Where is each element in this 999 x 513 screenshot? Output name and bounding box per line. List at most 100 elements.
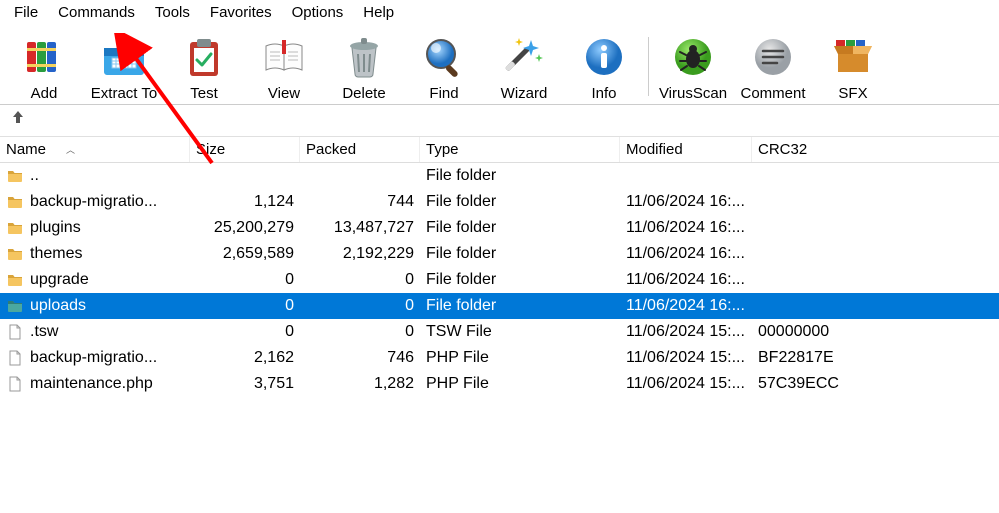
file-packed: 1,282 [300, 373, 420, 395]
file-crc [752, 295, 862, 317]
file-type: File folder [420, 269, 620, 291]
up-arrow-icon[interactable] [10, 109, 26, 130]
menu-tools[interactable]: Tools [145, 2, 200, 23]
bug-icon [667, 31, 719, 83]
open-book-icon [258, 31, 310, 83]
toolbar: Add Extract To Test [0, 25, 999, 105]
file-icon [6, 323, 24, 341]
clipboard-check-icon [178, 31, 230, 83]
file-list: Name︿ Size Packed Type Modified CRC32 ..… [0, 137, 999, 397]
magnifier-icon [418, 31, 470, 83]
col-type[interactable]: Type [420, 137, 620, 162]
file-crc: BF22817E [752, 347, 862, 369]
file-name: plugins [30, 219, 81, 237]
table-row[interactable]: backup-migratio... 2,162 746 PHP File 11… [0, 345, 999, 371]
file-name: uploads [30, 297, 86, 315]
trash-icon [338, 31, 390, 83]
file-icon [6, 375, 24, 393]
sfx-button[interactable]: SFX [813, 31, 893, 102]
table-row[interactable]: plugins 25,200,279 13,487,727 File folde… [0, 215, 999, 241]
file-size [190, 165, 300, 187]
navigation-bar [0, 105, 999, 137]
extract-to-button[interactable]: Extract To [84, 31, 164, 102]
col-packed[interactable]: Packed [300, 137, 420, 162]
file-packed [300, 165, 420, 187]
table-row[interactable]: themes 2,659,589 2,192,229 File folder 1… [0, 241, 999, 267]
file-size: 3,751 [190, 373, 300, 395]
file-size: 2,659,589 [190, 243, 300, 265]
file-name: upgrade [30, 271, 89, 289]
file-modified: 11/06/2024 16:... [620, 191, 752, 213]
file-crc: 00000000 [752, 321, 862, 343]
wizard-button[interactable]: Wizard [484, 31, 564, 102]
file-type: File folder [420, 217, 620, 239]
file-modified: 11/06/2024 16:... [620, 269, 752, 291]
col-name[interactable]: Name︿ [0, 137, 190, 162]
col-size[interactable]: Size [190, 137, 300, 162]
menu-commands[interactable]: Commands [48, 2, 145, 23]
file-modified: 11/06/2024 15:... [620, 347, 752, 369]
table-row[interactable]: .. File folder [0, 163, 999, 189]
file-modified: 11/06/2024 16:... [620, 217, 752, 239]
file-crc [752, 269, 862, 291]
file-crc [752, 165, 862, 187]
file-packed: 0 [300, 269, 420, 291]
col-crc32[interactable]: CRC32 [752, 137, 862, 162]
file-crc [752, 217, 862, 239]
sort-indicator-icon: ︿ [66, 143, 75, 156]
file-packed: 2,192,229 [300, 243, 420, 265]
folder-icon [6, 245, 24, 263]
file-name: themes [30, 245, 82, 263]
file-size: 2,162 [190, 347, 300, 369]
info-icon [578, 31, 630, 83]
file-type: PHP File [420, 347, 620, 369]
file-modified: 11/06/2024 16:... [620, 243, 752, 265]
file-name: backup-migratio... [30, 193, 157, 211]
menu-bar: File Commands Tools Favorites Options He… [0, 0, 999, 25]
col-modified[interactable]: Modified [620, 137, 752, 162]
file-modified [620, 165, 752, 187]
table-row[interactable]: uploads 0 0 File folder 11/06/2024 16:..… [0, 293, 999, 319]
folder-icon [6, 167, 24, 185]
file-crc [752, 191, 862, 213]
delete-button[interactable]: Delete [324, 31, 404, 102]
menu-options[interactable]: Options [282, 2, 354, 23]
file-type: File folder [420, 191, 620, 213]
file-type: PHP File [420, 373, 620, 395]
view-button[interactable]: View [244, 31, 324, 102]
file-name: backup-migratio... [30, 349, 157, 367]
file-crc [752, 243, 862, 265]
file-packed: 746 [300, 347, 420, 369]
file-size: 25,200,279 [190, 217, 300, 239]
file-type: File folder [420, 295, 620, 317]
menu-file[interactable]: File [4, 2, 48, 23]
column-headers: Name︿ Size Packed Type Modified CRC32 [0, 137, 999, 163]
add-button[interactable]: Add [4, 31, 84, 102]
find-button[interactable]: Find [404, 31, 484, 102]
file-type: File folder [420, 243, 620, 265]
file-size: 0 [190, 321, 300, 343]
menu-help[interactable]: Help [353, 2, 404, 23]
file-type: File folder [420, 165, 620, 187]
file-icon [6, 349, 24, 367]
table-row[interactable]: .tsw 0 0 TSW File 11/06/2024 15:... 0000… [0, 319, 999, 345]
table-row[interactable]: maintenance.php 3,751 1,282 PHP File 11/… [0, 371, 999, 397]
file-name: .tsw [30, 323, 58, 341]
file-name: maintenance.php [30, 375, 153, 393]
table-row[interactable]: upgrade 0 0 File folder 11/06/2024 16:..… [0, 267, 999, 293]
virusscan-button[interactable]: VirusScan [653, 31, 733, 102]
file-packed: 744 [300, 191, 420, 213]
file-size: 0 [190, 269, 300, 291]
books-icon [18, 31, 70, 83]
file-name: .. [30, 167, 39, 185]
menu-favorites[interactable]: Favorites [200, 2, 282, 23]
table-row[interactable]: backup-migratio... 1,124 744 File folder… [0, 189, 999, 215]
file-modified: 11/06/2024 15:... [620, 321, 752, 343]
file-packed: 0 [300, 295, 420, 317]
test-button[interactable]: Test [164, 31, 244, 102]
folder-icon [6, 219, 24, 237]
file-packed: 0 [300, 321, 420, 343]
comment-button[interactable]: Comment [733, 31, 813, 102]
info-button[interactable]: Info [564, 31, 644, 102]
file-size: 0 [190, 295, 300, 317]
